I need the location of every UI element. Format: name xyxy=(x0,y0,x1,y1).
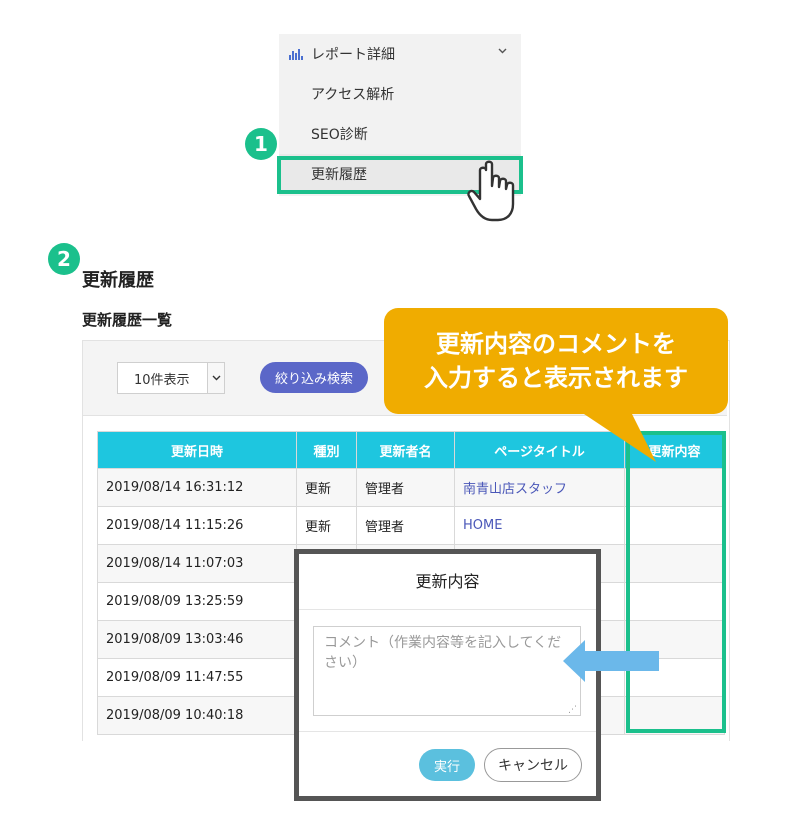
page-title: 更新履歴 xyxy=(82,270,154,291)
callout-tail xyxy=(572,406,656,462)
modal-title: 更新内容 xyxy=(415,572,480,591)
cell-updated-at: 2019/08/14 11:15:26 xyxy=(97,506,297,545)
run-button[interactable]: 実行 xyxy=(419,749,475,781)
step-badge-2: 2 xyxy=(48,243,80,275)
callout-line-2: 入力すると表示されます xyxy=(424,364,688,392)
section-title: 更新履歴一覧 xyxy=(82,311,173,329)
resize-grip-icon[interactable]: ⋰ xyxy=(568,705,577,715)
callout-line-1: 更新内容のコメントを xyxy=(436,330,676,358)
chevron-down-icon[interactable] xyxy=(498,43,507,57)
cell-updated-at: 2019/08/09 10:40:18 xyxy=(97,696,297,735)
column-header-updater[interactable]: 更新者名 xyxy=(356,431,455,469)
cell-updater: 管理者 xyxy=(356,468,455,507)
cell-updated-at: 2019/08/09 13:03:46 xyxy=(97,620,297,659)
highlight-frame-update-content-column xyxy=(626,431,726,733)
cell-page-title[interactable]: 南青山店スタッフ xyxy=(454,468,625,507)
column-header-updated-at[interactable]: 更新日時 xyxy=(97,431,297,469)
cancel-button[interactable]: キャンセル xyxy=(484,748,582,782)
menu-item-label: アクセス解析 xyxy=(311,87,395,103)
cell-type: 更新 xyxy=(296,506,357,545)
filter-search-button[interactable]: 絞り込み検索 xyxy=(260,362,368,393)
cell-updater: 管理者 xyxy=(356,506,455,545)
per-page-select[interactable]: 10件表示 xyxy=(117,362,225,394)
menu-item-access-analysis[interactable]: アクセス解析 xyxy=(279,74,521,114)
bar-chart-icon xyxy=(289,48,305,60)
column-header-type[interactable]: 種別 xyxy=(296,431,357,469)
comment-placeholder: コメント（作業内容等を記入してください） xyxy=(324,635,562,671)
modal-divider xyxy=(299,609,596,610)
menu-item-seo-diagnosis[interactable]: SEO診断 xyxy=(279,114,521,154)
hand-pointer-icon xyxy=(467,160,515,222)
arrow-left-icon xyxy=(563,640,659,682)
callout-bubble: 更新内容のコメントを 入力すると表示されます xyxy=(384,308,728,414)
menu-item-label: SEO診断 xyxy=(311,127,368,143)
menu-header-report-detail[interactable]: レポート詳細 xyxy=(279,34,521,74)
cell-updated-at: 2019/08/14 11:07:03 xyxy=(97,544,297,583)
caret-down-icon[interactable] xyxy=(207,363,224,393)
cell-page-title[interactable]: HOME xyxy=(454,506,625,545)
cell-type: 更新 xyxy=(296,468,357,507)
comment-textarea[interactable]: コメント（作業内容等を記入してください） xyxy=(313,626,581,716)
cell-updated-at: 2019/08/14 16:31:12 xyxy=(97,468,297,507)
cell-updated-at: 2019/08/09 13:25:59 xyxy=(97,582,297,621)
modal-divider xyxy=(299,731,596,732)
cell-updated-at: 2019/08/09 11:47:55 xyxy=(97,658,297,697)
step-badge-1: 1 xyxy=(245,128,277,160)
menu-header-label: レポート詳細 xyxy=(311,47,395,63)
